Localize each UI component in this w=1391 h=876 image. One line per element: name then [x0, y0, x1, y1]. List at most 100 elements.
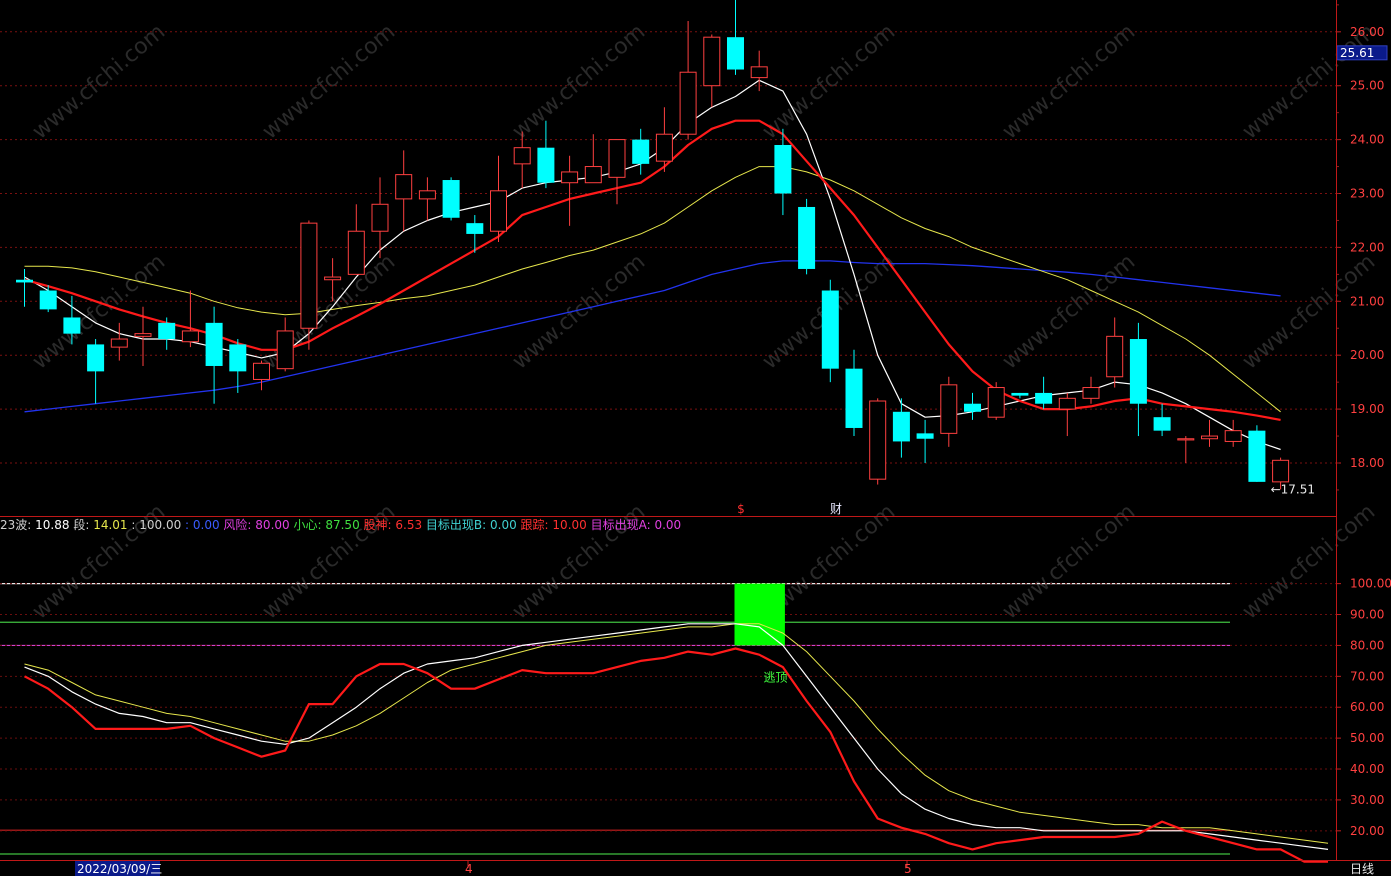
y-tick-label: 22.00 — [1350, 240, 1384, 254]
candle-body-up — [347, 230, 365, 275]
candle-body-up — [1201, 435, 1218, 440]
stock-chart: www.cfchi.com www.cfchi.com www.cfchi.com w… — [0, 0, 1391, 876]
legend-item: 目标出现A: — [587, 518, 655, 532]
candle-body-up — [324, 276, 342, 281]
watermark-layer: www.cfchi.com www.cfchi.com www.cfchi.com w… — [28, 19, 1380, 624]
candle-body-down — [727, 37, 744, 70]
candle-body-up — [418, 190, 436, 200]
period-label: 日线 — [1350, 862, 1374, 876]
candle-body-down — [1011, 392, 1029, 396]
candle-body-down — [466, 223, 484, 234]
candle-body-down — [158, 322, 176, 340]
legend-item: 风险: — [220, 517, 256, 532]
legend-item: 0.00 — [490, 518, 517, 532]
watermark-text: www.cfchi.com — [508, 249, 650, 374]
x-label-month: 5 — [904, 862, 912, 876]
candle-body-up — [1272, 459, 1290, 483]
current-price-label: 25.61 — [1340, 46, 1374, 60]
candle-body-down — [39, 290, 57, 310]
legend-item: 87.50 — [325, 518, 359, 532]
candle-body-down — [537, 147, 555, 183]
legend-item: 100.00 — [139, 518, 181, 532]
indicator-y-label: 100.00 — [1350, 577, 1391, 591]
candle-body-up — [679, 71, 697, 135]
indicator-y-label: 90.00 — [1350, 608, 1384, 622]
candle-body-up — [869, 400, 887, 480]
signal-label-cai: 财 — [830, 502, 842, 516]
legend-item: 23 — [0, 518, 15, 532]
legend-item: 6.53 — [395, 518, 422, 532]
candle-body-down — [798, 206, 816, 269]
watermark-text: www.cfchi.com — [258, 19, 400, 144]
legend-item: 10.00 — [552, 518, 586, 532]
legend-item: : — [181, 518, 193, 532]
candle-body-up — [750, 66, 768, 79]
candle-body-up — [371, 203, 389, 232]
watermark-text: www.cfchi.com — [508, 19, 650, 144]
candle-body-up — [110, 338, 128, 348]
x-label-date: 2022/03/09/三 — [77, 862, 162, 876]
candle-body-down — [1035, 392, 1053, 404]
indicator-y-label: 50.00 — [1350, 731, 1384, 745]
indicator-legend: 23波: 10.88 段: 14.01 : 100.00 : 0.00 风险: … — [0, 517, 681, 532]
candle-body-down — [229, 344, 247, 372]
indicator-y-label: 20.00 — [1350, 824, 1384, 838]
candle-body-down — [964, 403, 981, 412]
indicator-y-label: 30.00 — [1350, 793, 1384, 807]
candle-body-up — [1224, 430, 1242, 442]
indicator-y-label: 70.00 — [1350, 669, 1384, 683]
indicator-y-label: 80.00 — [1350, 638, 1384, 652]
candle-body-down — [892, 411, 910, 442]
signal-label-dollar: $ — [737, 502, 745, 516]
x-label-month: 4 — [465, 862, 473, 876]
indicator-panel: 逃顶 — [0, 583, 1336, 863]
candle-body-up — [655, 133, 673, 162]
watermark-text: www.cfchi.com — [998, 499, 1140, 624]
indicator-y-label: 60.00 — [1350, 700, 1384, 714]
legend-item: 小心: — [290, 518, 326, 532]
candle-body-up — [561, 171, 579, 184]
signal-box — [734, 583, 785, 646]
high-price-marker: ←26.71 — [738, 0, 782, 2]
legend-item: 14.01 — [93, 518, 127, 532]
candle-body-down — [87, 344, 105, 372]
candle-body-down — [1248, 430, 1266, 482]
legend-item: 波: — [15, 518, 35, 532]
candle-body-up — [1106, 335, 1124, 378]
candle-body-down — [205, 322, 223, 366]
candle-body-down — [821, 290, 839, 369]
low-price-marker: ←17.51 — [1271, 482, 1315, 496]
y-tick-label: 26.00 — [1350, 25, 1384, 39]
indicator-line — [24, 623, 1329, 850]
y-tick-label: 25.00 — [1350, 79, 1384, 93]
candle-body-up — [181, 330, 199, 343]
watermark-text: www.cfchi.com — [28, 19, 170, 144]
candle-body-down — [442, 180, 460, 218]
candle-body-up — [395, 174, 413, 200]
candle-body-down — [1129, 339, 1147, 404]
candle-body-up — [1177, 438, 1195, 441]
candle-body-up — [490, 190, 507, 232]
candle-body-up — [1058, 397, 1076, 410]
candle-body-down — [63, 317, 81, 334]
signal-box-label: 逃顶 — [763, 670, 787, 684]
indicator-y-label: 40.00 — [1350, 762, 1384, 776]
candle-body-up — [584, 166, 602, 184]
moving-average-line — [24, 119, 1281, 421]
candle-body-up — [253, 362, 270, 380]
y-tick-label: 21.00 — [1350, 294, 1384, 308]
indicator-line — [24, 623, 1329, 844]
candle-body-up — [276, 330, 294, 370]
watermark-text: www.cfchi.com — [998, 19, 1140, 144]
legend-item: 0.00 — [654, 518, 681, 532]
candle-body-down — [774, 144, 792, 194]
watermark-text: www.cfchi.com — [1238, 499, 1380, 624]
candle-body-up — [608, 139, 626, 178]
legend-item: 股神: — [360, 518, 396, 532]
candle-body-up — [513, 147, 531, 165]
y-tick-label: 20.00 — [1350, 348, 1384, 362]
candle-body-up — [987, 387, 1005, 418]
candle-body-down — [632, 139, 650, 164]
candle-body-up — [300, 222, 318, 329]
legend-item: 段: — [70, 517, 94, 532]
